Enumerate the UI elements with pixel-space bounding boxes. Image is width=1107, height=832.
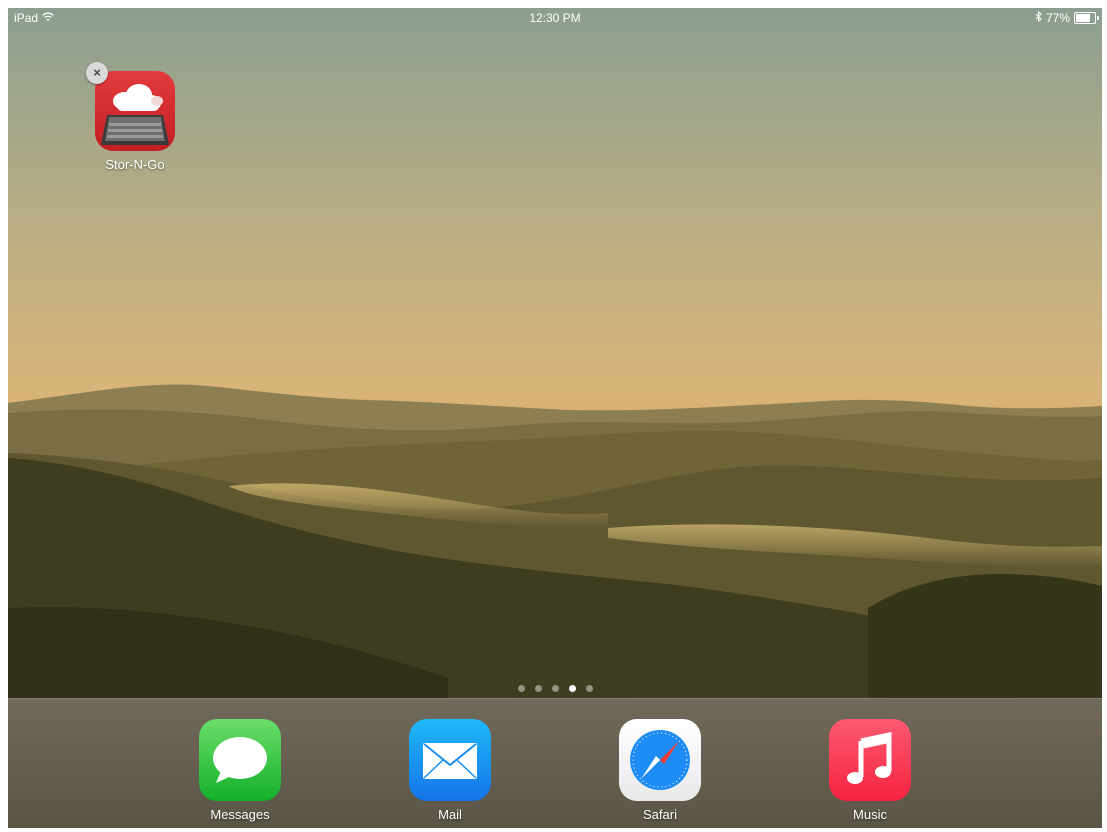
status-time: 12:30 PM — [529, 11, 581, 25]
dock-app-mail[interactable]: Mail — [395, 719, 505, 822]
page-dot[interactable] — [517, 685, 525, 692]
dock-app-safari[interactable]: Safari — [605, 719, 715, 822]
battery-icon — [1074, 12, 1099, 24]
app-label: Mail — [438, 807, 462, 822]
stor-n-go-icon[interactable] — [95, 71, 175, 151]
delete-app-badge[interactable]: × — [86, 62, 108, 84]
app-stor-n-go[interactable]: Stor-N-Go — [80, 71, 190, 172]
battery-percentage: 77% — [1045, 11, 1070, 25]
app-label: Stor-N-Go — [105, 157, 165, 172]
app-label: Messages — [210, 807, 270, 822]
page-dot-active[interactable] — [568, 685, 576, 692]
safari-icon[interactable] — [619, 719, 701, 801]
page-dot[interactable] — [585, 685, 593, 692]
music-icon[interactable] — [829, 719, 911, 801]
bluetooth-icon — [1035, 10, 1042, 25]
dock-app-messages[interactable]: Messages — [185, 719, 295, 822]
page-dot[interactable] — [534, 685, 542, 692]
status-bar: iPad 12:30 PM 77% — [8, 8, 1102, 28]
page-dot[interactable] — [551, 685, 559, 692]
battery-fill — [1076, 14, 1090, 22]
app-label: Safari — [643, 807, 677, 822]
dock-app-music[interactable]: Music — [815, 719, 925, 822]
ipad-home-screen: iPad 12:30 PM 77% × Stor-N-Go Messages M… — [8, 8, 1102, 828]
messages-icon[interactable] — [199, 719, 281, 801]
app-label: Music — [853, 807, 887, 822]
mail-icon[interactable] — [409, 719, 491, 801]
dock: Messages Mail Safari Music — [8, 698, 1102, 828]
page-indicator[interactable] — [8, 685, 1102, 692]
